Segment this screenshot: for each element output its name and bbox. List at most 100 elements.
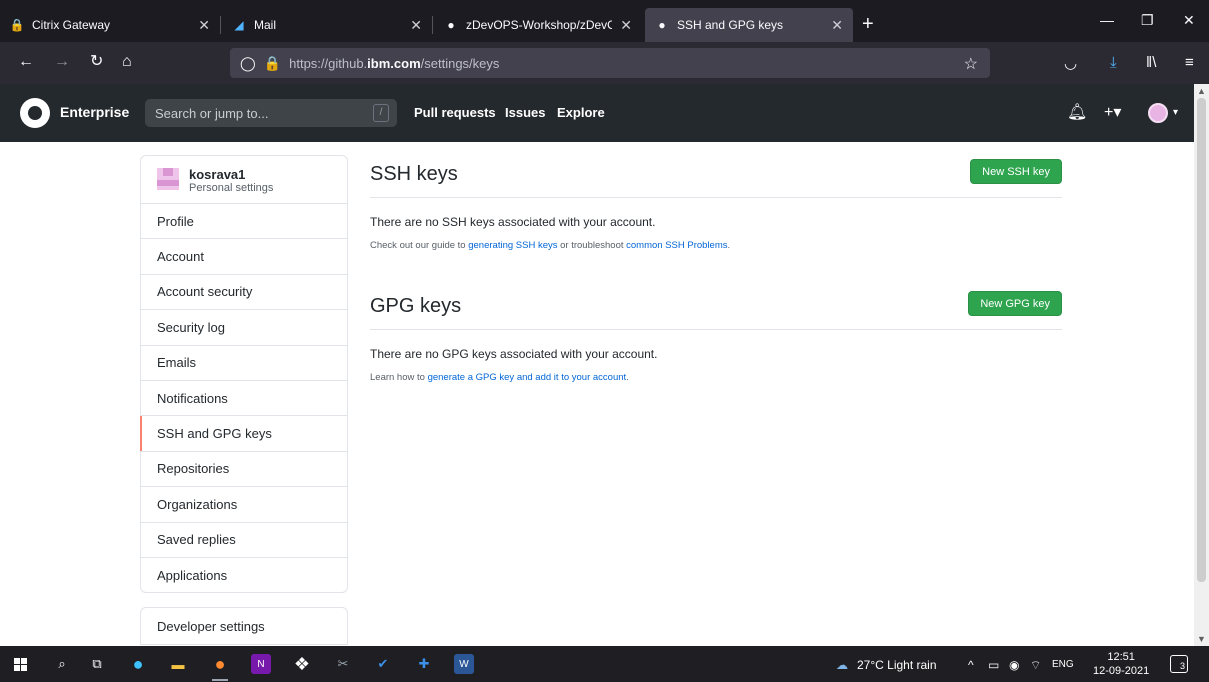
chevron-down-icon[interactable]: ▾ xyxy=(1173,107,1178,118)
todo-icon[interactable]: ✔ xyxy=(373,654,393,674)
library-icon[interactable]: ‖\ xyxy=(1146,54,1156,71)
sidebar-item-account-security[interactable]: Account security xyxy=(141,275,347,311)
close-window-icon[interactable]: ✕ xyxy=(1183,12,1195,29)
new-tab-button[interactable]: + xyxy=(862,14,874,34)
github-logo-icon[interactable] xyxy=(20,98,50,128)
main-content: SSH keys New SSH key There are no SSH ke… xyxy=(370,155,1062,383)
create-new-plus-icon[interactable]: +▾ xyxy=(1104,102,1121,122)
word-icon[interactable]: W xyxy=(454,654,474,674)
slack-icon[interactable]: ❖ xyxy=(292,654,312,674)
hint-text: or troubleshoot xyxy=(557,240,627,251)
back-icon[interactable]: ← xyxy=(18,52,34,72)
page-scrollbar[interactable]: ▲ ▼ xyxy=(1194,84,1209,646)
system-clock[interactable]: 12:51 12-09-2021 xyxy=(1093,650,1149,678)
snipping-tool-icon[interactable]: ✂ xyxy=(333,654,353,674)
minimize-icon[interactable]: — xyxy=(1100,12,1114,28)
new-gpg-key-button[interactable]: New GPG key xyxy=(968,291,1062,316)
task-view-icon[interactable]: ⧉ xyxy=(87,654,107,674)
sidebar-item-security-log[interactable]: Security log xyxy=(141,310,347,346)
avatar xyxy=(157,168,179,190)
clock-date: 12-09-2021 xyxy=(1093,665,1150,677)
sidebar-item-applications[interactable]: Applications xyxy=(141,558,347,593)
ssh-empty-message: There are no SSH keys associated with yo… xyxy=(370,215,656,229)
scroll-up-icon[interactable]: ▲ xyxy=(1197,86,1206,96)
generate-gpg-key-link[interactable]: generate a GPG key and add it to your ac… xyxy=(428,372,627,383)
brand-label[interactable]: Enterprise xyxy=(60,104,129,120)
tab-title: Mail xyxy=(254,18,277,32)
sidebar-item-developer-settings[interactable]: Developer settings xyxy=(140,607,348,645)
forward-icon[interactable]: → xyxy=(54,52,70,72)
scrollbar-thumb[interactable] xyxy=(1197,98,1206,582)
sidebar-item-notifications[interactable]: Notifications xyxy=(141,381,347,417)
weather-cloud-icon: ☁ xyxy=(836,658,848,672)
clock-time: 12:51 xyxy=(1107,651,1135,663)
reload-icon[interactable]: ↻ xyxy=(90,52,103,72)
close-icon[interactable]: ✕ xyxy=(198,17,210,34)
new-ssh-key-button[interactable]: New SSH key xyxy=(970,159,1062,184)
close-icon[interactable]: ✕ xyxy=(831,17,843,34)
sidebar-item-account[interactable]: Account xyxy=(141,239,347,275)
notification-count: 3 xyxy=(1179,661,1185,671)
shield-icon: ◯ xyxy=(240,54,256,71)
tab-separator xyxy=(220,16,221,34)
hint-text: Check out our guide to xyxy=(370,240,469,251)
tab-mail[interactable]: ◢ Mail ✕ xyxy=(222,8,432,42)
search-icon[interactable]: ⌕ xyxy=(52,654,72,674)
avatar[interactable] xyxy=(1148,103,1168,123)
nav-issues[interactable]: Issues xyxy=(505,105,545,120)
search-placeholder: Search or jump to... xyxy=(155,105,269,121)
edge-icon[interactable]: ● xyxy=(128,654,148,674)
nav-pull-requests[interactable]: Pull requests xyxy=(414,105,496,120)
firefox-icon[interactable]: ● xyxy=(210,654,230,674)
app-plus-icon[interactable]: ✚ xyxy=(414,654,434,674)
chevron-up-icon[interactable]: ^ xyxy=(968,658,974,672)
tab-zdevops-workshop[interactable]: ● zDevOPS-Workshop/zDevOPS ✕ xyxy=(434,8,642,42)
gpg-section-header: GPG keys New GPG key xyxy=(370,287,1062,330)
pocket-icon[interactable]: ◡ xyxy=(1064,54,1077,72)
sidebar-profile[interactable]: kosrava1 Personal settings xyxy=(141,156,347,204)
scroll-down-icon[interactable]: ▼ xyxy=(1197,634,1206,644)
close-icon[interactable]: ✕ xyxy=(410,17,422,34)
sidebar-item-organizations[interactable]: Organizations xyxy=(141,487,347,523)
language-indicator[interactable]: ENG xyxy=(1052,659,1074,670)
sidebar-username: kosrava1 xyxy=(189,167,246,182)
weather-text[interactable]: 27°C Light rain xyxy=(857,658,937,672)
gpg-keys-title: GPG keys xyxy=(370,295,462,317)
browser-nav-bar: ← → ↻ ⌂ ◯ 🔒 https://github. ibm.com/setti… xyxy=(0,42,1209,84)
lock-icon: 🔒 xyxy=(9,18,25,32)
windows-taskbar: ⌕ ⧉ ● ▬ ● N ❖ ✂ ✔ ✚ W ☁ 27°C Light rain … xyxy=(0,646,1209,682)
wifi-icon[interactable]: ⌔ xyxy=(1030,658,1041,673)
github-icon: ● xyxy=(447,18,455,32)
menu-icon[interactable]: ≡ xyxy=(1185,54,1194,71)
sidebar-item-saved-replies[interactable]: Saved replies xyxy=(141,523,347,558)
tray-app-icon[interactable]: ◉ xyxy=(1009,658,1019,672)
notification-bell-icon[interactable]: 🔔︎ xyxy=(1067,102,1087,122)
restore-icon[interactable]: ❐ xyxy=(1141,12,1154,29)
generating-ssh-keys-link[interactable]: generating SSH keys xyxy=(468,240,557,251)
network-icon[interactable]: ▭ xyxy=(988,658,999,672)
download-icon[interactable]: ⤓ xyxy=(1110,54,1117,71)
sidebar-item-profile[interactable]: Profile xyxy=(141,204,347,240)
search-shortcut-key: / xyxy=(373,104,389,122)
file-explorer-icon[interactable]: ▬ xyxy=(168,654,188,674)
sidebar-item-ssh-gpg-keys[interactable]: SSH and GPG keys xyxy=(140,416,347,452)
common-ssh-problems-link[interactable]: common SSH Problems xyxy=(626,240,727,251)
gpg-hint: Learn how to generate a GPG key and add … xyxy=(370,372,1062,383)
tab-ssh-gpg-keys[interactable]: ● SSH and GPG keys ✕ xyxy=(645,8,853,42)
bookmark-star-icon[interactable]: ☆ xyxy=(964,54,978,74)
windows-start-icon[interactable] xyxy=(14,658,27,671)
close-icon[interactable]: ✕ xyxy=(620,17,632,34)
nav-explore[interactable]: Explore xyxy=(557,105,605,120)
sidebar-item-emails[interactable]: Emails xyxy=(141,346,347,381)
url-host: ibm.com xyxy=(367,55,421,71)
sidebar-item-repositories[interactable]: Repositories xyxy=(141,452,347,488)
url-bar[interactable]: ◯ 🔒 https://github. ibm.com/settings/keys… xyxy=(230,48,990,78)
home-icon[interactable]: ⌂ xyxy=(122,52,132,72)
tab-citrix-gateway[interactable]: 🔒 Citrix Gateway ✕ xyxy=(0,8,220,42)
github-header: Enterprise Search or jump to... / Pull r… xyxy=(0,84,1194,142)
notification-center-icon[interactable]: 3 xyxy=(1170,655,1188,673)
gpg-empty-message: There are no GPG keys associated with yo… xyxy=(370,347,658,361)
search-input[interactable]: Search or jump to... / xyxy=(145,99,397,127)
onenote-icon[interactable]: N xyxy=(251,654,271,674)
